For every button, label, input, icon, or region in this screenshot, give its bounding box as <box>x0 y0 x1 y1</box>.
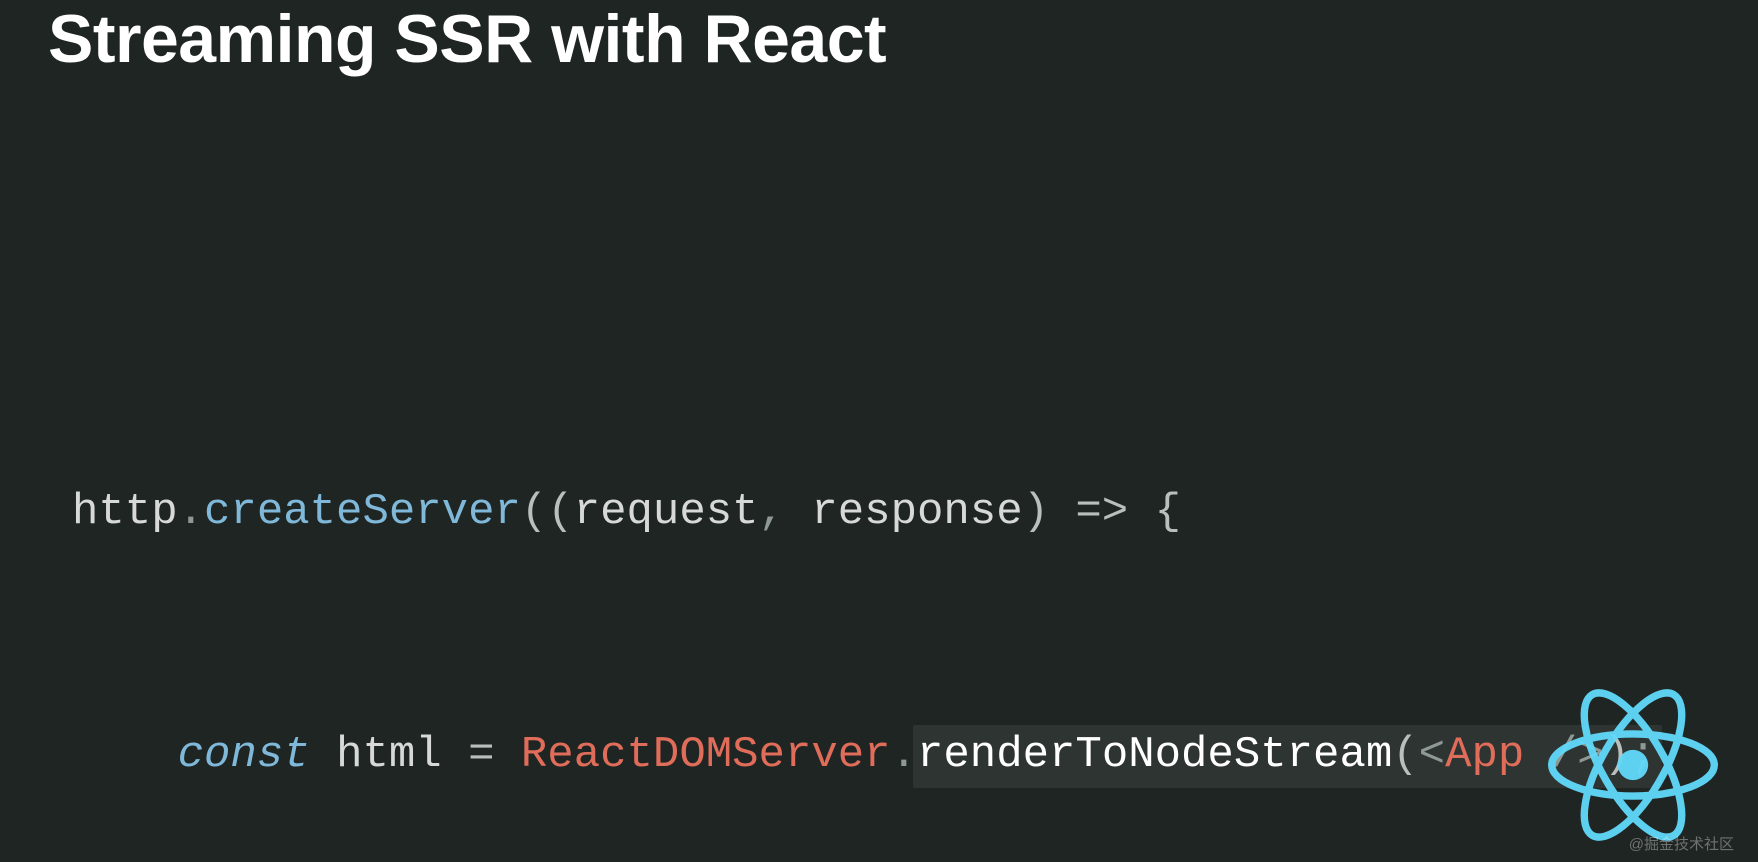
token-var: html <box>336 730 442 780</box>
token-method: renderToNodeStream <box>917 730 1392 780</box>
token-indent <box>72 730 178 780</box>
slide-title: Streaming SSR with React <box>48 0 886 78</box>
token-keyword: const <box>178 730 310 780</box>
watermark: @掘金技术社区 <box>1629 833 1734 854</box>
react-logo-icon <box>1548 680 1718 850</box>
token-paren: ) <box>1023 487 1049 537</box>
token-paren: (( <box>521 487 574 537</box>
token-eq: = <box>442 730 521 780</box>
code-block: http.createServer((request, response) =>… <box>0 300 1758 862</box>
token-method: createServer <box>204 487 521 537</box>
token-object: http <box>72 487 178 537</box>
token-comma: , <box>759 487 812 537</box>
slide: Streaming SSR with React http.createServ… <box>0 0 1758 862</box>
code-line-2: const html = ReactDOMServer.renderToNode… <box>0 725 1758 788</box>
token-arrow: => { <box>1049 487 1181 537</box>
token-class: ReactDOMServer <box>521 730 891 780</box>
token-tag: App <box>1445 730 1524 780</box>
token-tagpunc: < <box>1419 730 1445 780</box>
token-arg: request <box>574 487 759 537</box>
token-dot: . <box>178 487 204 537</box>
token-space <box>310 730 336 780</box>
token-arg: response <box>811 487 1022 537</box>
token-paren: ( <box>1392 730 1418 780</box>
code-line-1: http.createServer((request, response) =>… <box>0 482 1758 543</box>
